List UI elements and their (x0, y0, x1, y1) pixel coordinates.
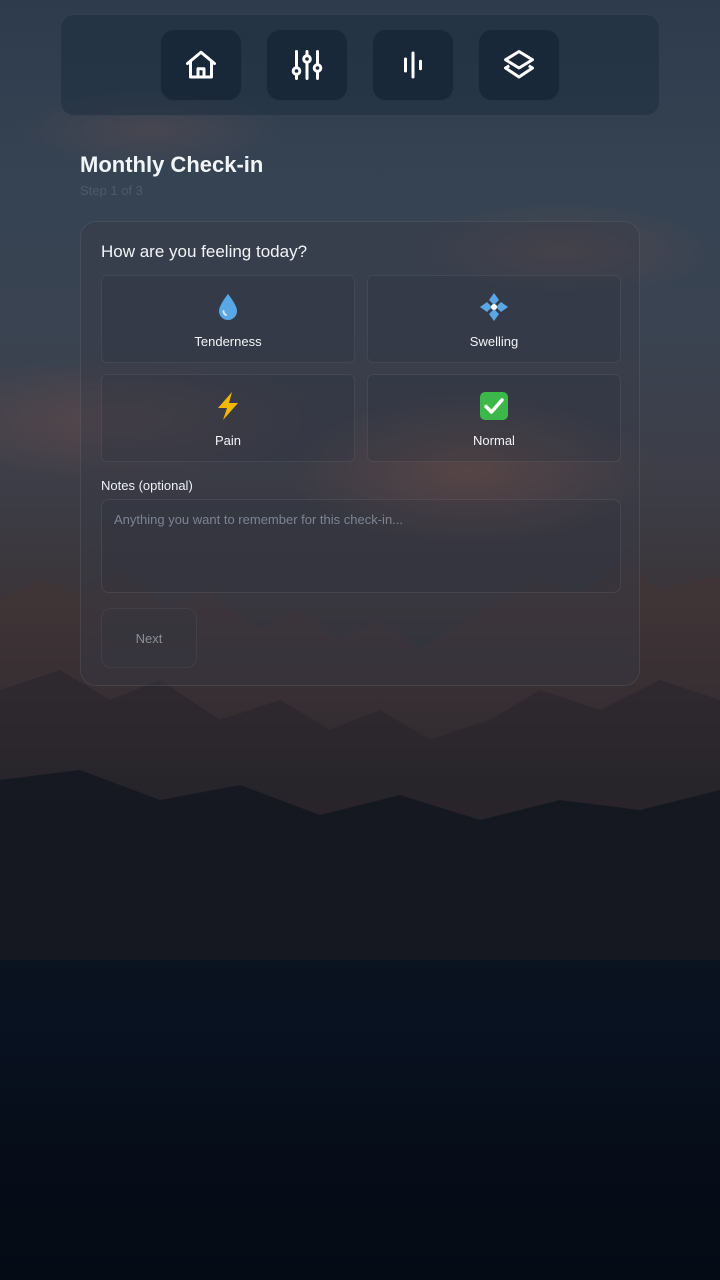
check-mark-icon (478, 390, 510, 422)
layers-button[interactable] (478, 29, 560, 101)
notes-textarea[interactable] (101, 499, 621, 593)
lightning-icon (212, 390, 244, 422)
option-swelling[interactable]: Swelling (367, 275, 621, 363)
option-tenderness[interactable]: Tenderness (101, 275, 355, 363)
next-button[interactable]: Next (101, 608, 197, 668)
option-label: Tenderness (194, 334, 262, 349)
option-label: Swelling (469, 334, 519, 349)
option-label: Pain (214, 433, 242, 448)
top-navigation-bar (60, 14, 660, 116)
home-icon (186, 50, 216, 79)
feeling-question: How are you feeling today? (101, 242, 308, 261)
home-button[interactable] (160, 29, 242, 101)
audio-bars-icon (404, 51, 422, 79)
audio-button[interactable] (372, 29, 454, 101)
droplet-icon (212, 291, 244, 323)
option-normal[interactable]: Normal (367, 374, 621, 462)
option-pain[interactable]: Pain (101, 374, 355, 462)
page-title: Monthly Check-in (80, 152, 264, 177)
settings-sliders-button[interactable] (266, 29, 348, 101)
step-indicator: Step 1 of 3 (80, 183, 143, 198)
option-label: Normal (473, 433, 515, 448)
layers-icon (504, 50, 534, 79)
sliders-icon (291, 50, 323, 80)
blossom-icon (478, 291, 510, 323)
notes-label: Notes (optional) (101, 478, 193, 493)
check-in-card: How are you feeling today? Tenderness Sw… (80, 221, 640, 686)
